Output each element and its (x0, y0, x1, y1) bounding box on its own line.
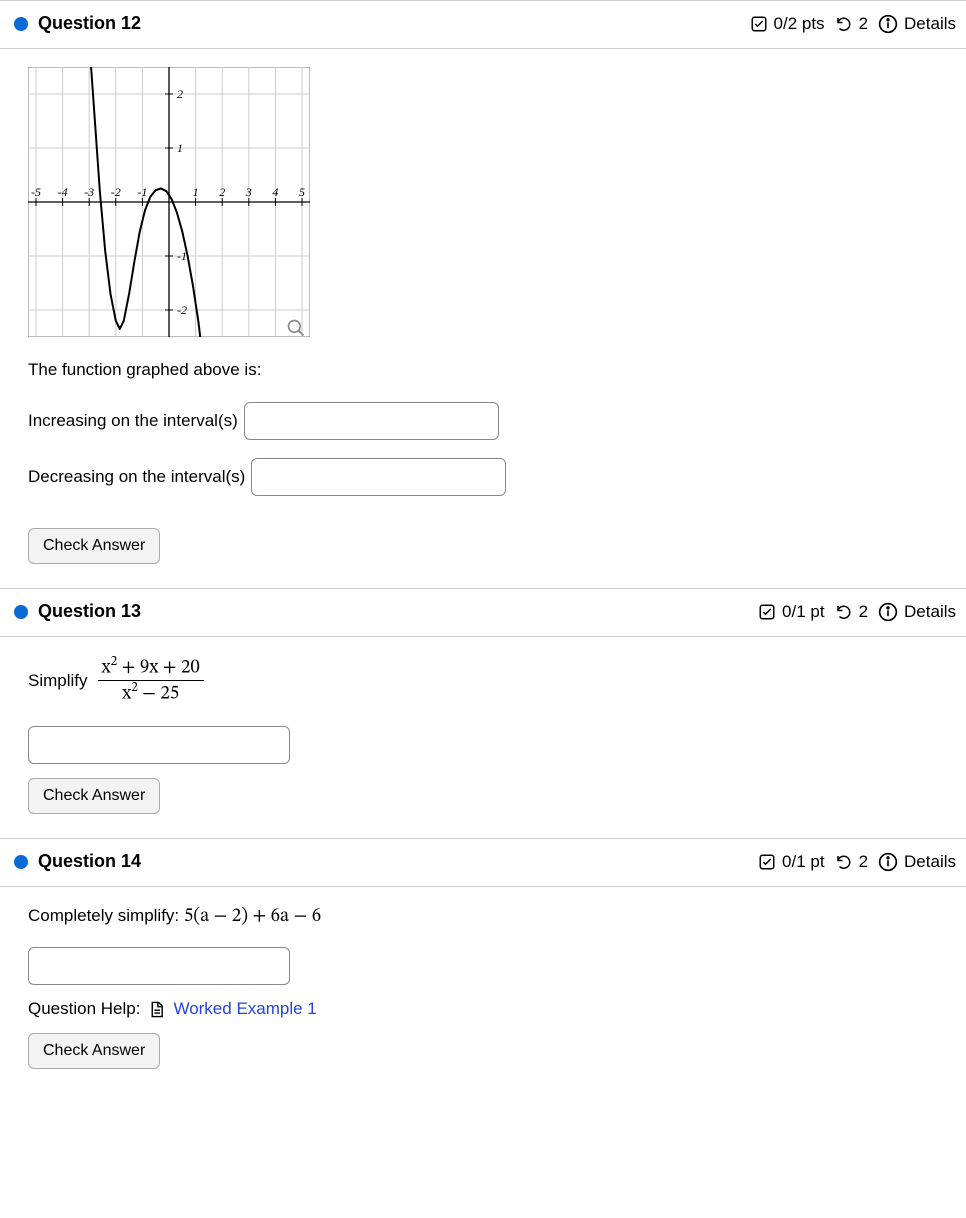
svg-text:3: 3 (245, 185, 252, 199)
question-14: Question 14 0/1 pt 2 Details Completely … (0, 838, 966, 1093)
svg-text:5: 5 (299, 185, 305, 199)
svg-text:-3: -3 (84, 185, 94, 199)
check-answer-button[interactable]: Check Answer (28, 1033, 160, 1069)
retry-count: 2 (859, 852, 868, 872)
simplify-label: Simplify (28, 671, 88, 691)
increasing-label: Increasing on the interval(s) (28, 411, 238, 431)
details-link[interactable]: Details (904, 852, 956, 872)
svg-text:-4: -4 (58, 185, 68, 199)
magnify-icon[interactable] (286, 318, 306, 338)
details-link[interactable]: Details (904, 602, 956, 622)
check-answer-button[interactable]: Check Answer (28, 778, 160, 814)
simplify-expression: Simplify x2 + 9x + 20 x2 − 25 (28, 655, 938, 706)
numerator: x2 + 9x + 20 (98, 655, 204, 680)
question-header: Question 14 0/1 pt 2 Details (0, 839, 966, 887)
svg-text:-2: -2 (177, 303, 187, 317)
prompt-prefix: Completely simplify: (28, 906, 184, 925)
question-header: Question 12 0/2 pts 2 Details (0, 1, 966, 49)
svg-text:4: 4 (272, 185, 278, 199)
svg-text:1: 1 (177, 141, 183, 155)
svg-text:1: 1 (193, 185, 199, 199)
question-title: Question 14 (38, 851, 141, 872)
check-answer-button[interactable]: Check Answer (28, 528, 160, 564)
question-13: Question 13 0/1 pt 2 Details Simplify x2… (0, 588, 966, 838)
status-dot-icon (14, 605, 28, 619)
help-label: Question Help: (28, 999, 140, 1019)
expression: 5(a − 2) + 6a − 6 (184, 907, 321, 926)
info-icon[interactable] (878, 852, 898, 872)
checkbox-icon (750, 15, 768, 33)
increasing-input[interactable] (244, 402, 499, 440)
info-icon[interactable] (878, 14, 898, 34)
retry-count: 2 (859, 14, 868, 34)
simplify-input[interactable] (28, 726, 290, 764)
simplify-input[interactable] (28, 947, 290, 985)
checkbox-icon (758, 853, 776, 871)
score-text: 0/2 pts (774, 14, 825, 34)
question-title: Question 13 (38, 601, 141, 622)
simplify-prompt: Completely simplify: 5(a − 2) + 6a − 6 (28, 905, 938, 929)
denominator: x2 − 25 (118, 681, 183, 706)
question-title: Question 12 (38, 13, 141, 34)
retry-icon (835, 603, 853, 621)
decreasing-label: Decreasing on the interval(s) (28, 467, 245, 487)
graph-svg: -5 -4 -3 -2 -1 1 2 3 4 5 -2 -1 1 2 (28, 67, 310, 337)
worked-example-link[interactable]: Worked Example 1 (173, 999, 316, 1019)
score-text: 0/1 pt (782, 852, 825, 872)
info-icon[interactable] (878, 602, 898, 622)
details-link[interactable]: Details (904, 14, 956, 34)
question-12: Question 12 0/2 pts 2 Details -5 -4 -3 -2 -1… (0, 0, 966, 588)
checkbox-icon (758, 603, 776, 621)
score-text: 0/1 pt (782, 602, 825, 622)
svg-text:-2: -2 (111, 185, 121, 199)
retry-count: 2 (859, 602, 868, 622)
prompt-text: The function graphed above is: (28, 360, 938, 380)
question-header: Question 13 0/1 pt 2 Details (0, 589, 966, 637)
svg-text:-5: -5 (31, 185, 41, 199)
status-dot-icon (14, 855, 28, 869)
svg-text:-1: -1 (137, 185, 147, 199)
svg-text:-1: -1 (177, 249, 187, 263)
status-dot-icon (14, 17, 28, 31)
document-icon (148, 1001, 165, 1018)
graph: -5 -4 -3 -2 -1 1 2 3 4 5 -2 -1 1 2 (28, 67, 310, 342)
svg-text:2: 2 (177, 87, 183, 101)
retry-icon (835, 853, 853, 871)
decreasing-input[interactable] (251, 458, 506, 496)
retry-icon (835, 15, 853, 33)
svg-text:2: 2 (219, 185, 225, 199)
